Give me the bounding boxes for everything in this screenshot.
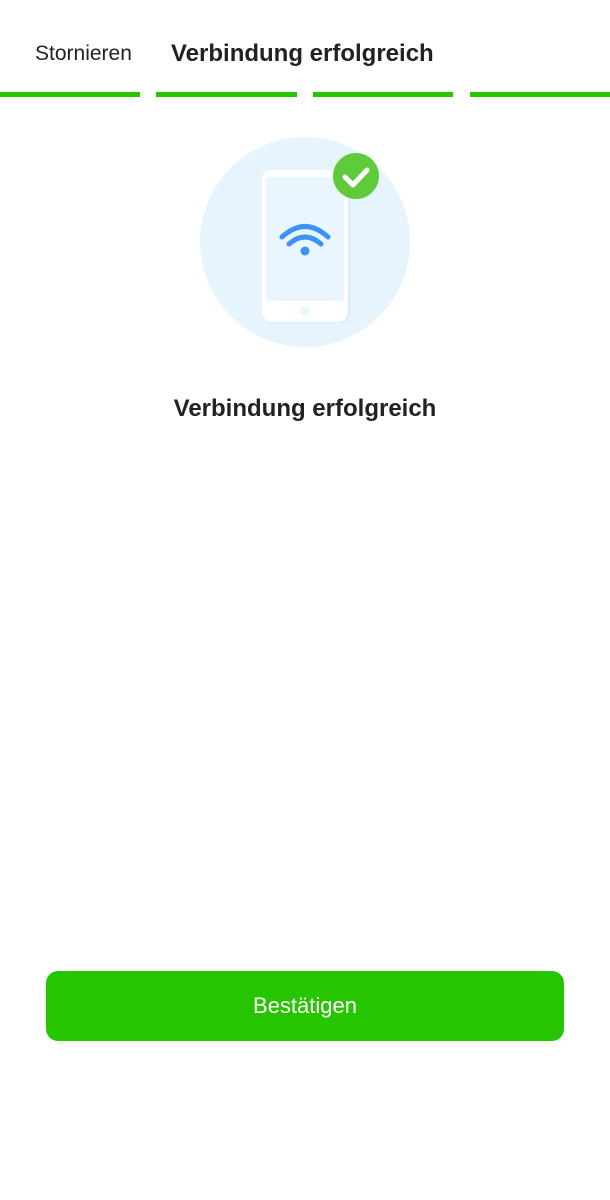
progress-step-2 [156, 92, 297, 97]
check-circle-icon [333, 153, 379, 199]
header: Stornieren Verbindung erfolgreich [0, 0, 610, 92]
header-title: Verbindung erfolgreich [171, 40, 434, 67]
status-title: Verbindung erfolgreich [173, 395, 437, 422]
confirm-button[interactable]: Bestätigen [46, 971, 564, 1041]
connection-success-illustration [200, 137, 410, 347]
progress-step-1 [0, 92, 140, 97]
progress-step-3 [313, 92, 453, 97]
illustration-svg [200, 137, 410, 347]
smartphone-icon [262, 170, 350, 323]
cancel-button[interactable]: Stornieren [35, 40, 132, 68]
progress-step-4 [470, 92, 610, 97]
step-progress-bar [0, 92, 610, 97]
screen: Stornieren Verbindung erfolgreich Verbin… [0, 0, 610, 1200]
